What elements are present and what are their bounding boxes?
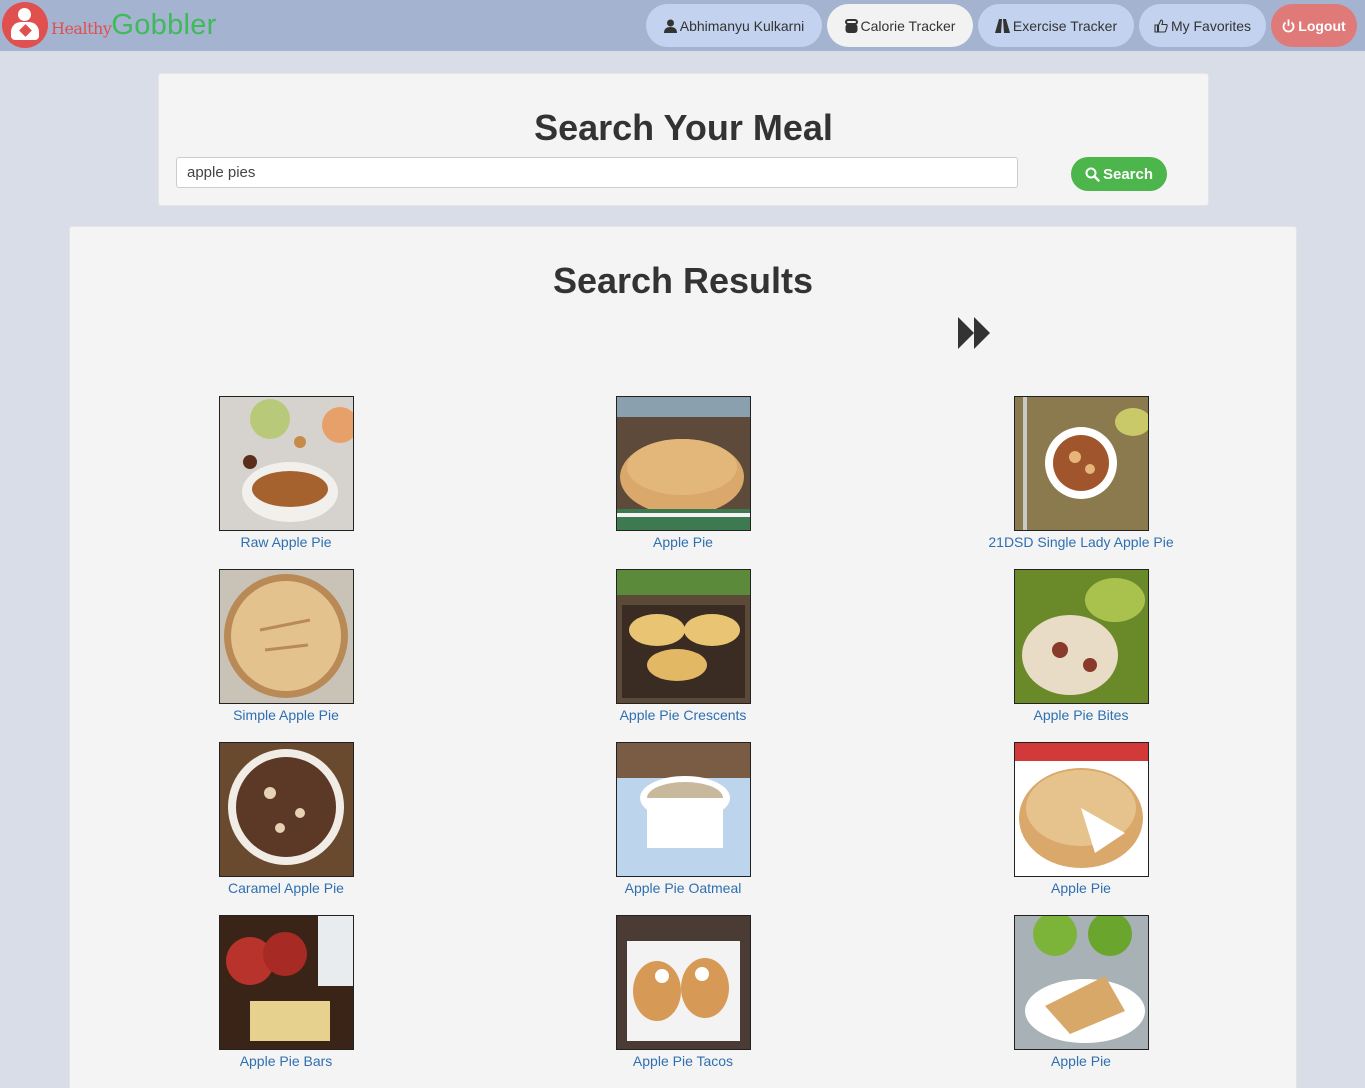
brand-name-healthy: Healthy: [51, 18, 112, 38]
result-link[interactable]: Simple Apple Pie: [156, 707, 416, 723]
result-image[interactable]: [615, 569, 751, 704]
results-title: Search Results: [552, 260, 814, 301]
result-link[interactable]: Apple Pie Bites: [951, 707, 1211, 723]
result-image[interactable]: [218, 569, 354, 704]
result-link[interactable]: Apple Pie Tacos: [553, 1053, 813, 1069]
result-item[interactable]: Caramel Apple Pie: [156, 742, 416, 896]
result-item[interactable]: Apple Pie: [951, 742, 1211, 896]
result-link[interactable]: Caramel Apple Pie: [156, 880, 416, 896]
result-image[interactable]: [1013, 569, 1149, 704]
result-link[interactable]: Apple Pie Crescents: [553, 707, 813, 723]
result-link[interactable]: Apple Pie: [553, 534, 813, 550]
kettlebell-icon: [844, 18, 858, 33]
thumbs-up-icon: [1154, 18, 1168, 33]
search-icon: [1085, 167, 1100, 182]
result-item[interactable]: Apple Pie Crescents: [553, 569, 813, 723]
fast-forward-icon[interactable]: [958, 317, 992, 349]
result-item[interactable]: 21DSD Single Lady Apple Pie: [951, 396, 1211, 550]
nav-my-favorites-label: My Favorites: [1170, 17, 1252, 34]
result-link[interactable]: Apple Pie: [951, 1053, 1211, 1069]
result-link[interactable]: Raw Apple Pie: [156, 534, 416, 550]
result-image[interactable]: [1013, 396, 1149, 531]
user-icon: [663, 19, 677, 33]
result-image[interactable]: [218, 396, 354, 531]
result-item[interactable]: Apple Pie: [553, 396, 813, 550]
logo-mark-icon: [2, 2, 48, 48]
logout-button[interactable]: Logout: [1271, 4, 1357, 47]
brand-logo[interactable]: Healthy Gobbler: [2, 2, 217, 48]
result-item[interactable]: Apple Pie Bars: [156, 915, 416, 1069]
search-button-label: Search: [1102, 165, 1154, 183]
result-item[interactable]: Raw Apple Pie: [156, 396, 416, 550]
navbar: Healthy Gobbler Abhimanyu Kulkarni Calor…: [0, 0, 1365, 51]
result-link[interactable]: Apple Pie Oatmeal: [553, 880, 813, 896]
result-image[interactable]: [218, 915, 354, 1050]
nav-exercise-tracker-label: Exercise Tracker: [1012, 17, 1118, 34]
result-link[interactable]: Apple Pie: [951, 880, 1211, 896]
logout-label: Logout: [1298, 17, 1346, 34]
result-item[interactable]: Apple Pie Oatmeal: [553, 742, 813, 896]
power-icon: [1282, 19, 1295, 33]
nav-user-button[interactable]: Abhimanyu Kulkarni: [646, 4, 822, 47]
result-image[interactable]: [218, 742, 354, 877]
result-item[interactable]: Apple Pie Bites: [951, 569, 1211, 723]
search-panel: Search Your Meal Search: [158, 73, 1209, 206]
result-item[interactable]: Simple Apple Pie: [156, 569, 416, 723]
result-image[interactable]: [1013, 742, 1149, 877]
result-image[interactable]: [1013, 915, 1149, 1050]
result-image[interactable]: [615, 742, 751, 877]
search-title: Search Your Meal: [534, 107, 833, 148]
result-image[interactable]: [615, 915, 751, 1050]
brand-name-gobbler: Gobbler: [111, 8, 217, 41]
nav-my-favorites-button[interactable]: My Favorites: [1139, 4, 1266, 47]
search-button[interactable]: Search: [1071, 157, 1167, 191]
results-panel: Search Results Raw Apple Pie Apple Pie 2…: [69, 226, 1297, 1088]
result-link[interactable]: Apple Pie Bars: [156, 1053, 416, 1069]
nav-user-label: Abhimanyu Kulkarni: [679, 17, 805, 34]
result-item[interactable]: Apple Pie: [951, 915, 1211, 1069]
meal-search-input[interactable]: [176, 157, 1018, 188]
result-link[interactable]: 21DSD Single Lady Apple Pie: [951, 534, 1211, 550]
result-image[interactable]: [615, 396, 751, 531]
nav-calorie-tracker-label: Calorie Tracker: [860, 17, 956, 34]
nav-calorie-tracker-button[interactable]: Calorie Tracker: [827, 4, 973, 47]
nav-exercise-tracker-button[interactable]: Exercise Tracker: [978, 4, 1134, 47]
result-item[interactable]: Apple Pie Tacos: [553, 915, 813, 1069]
road-icon: [994, 18, 1010, 33]
